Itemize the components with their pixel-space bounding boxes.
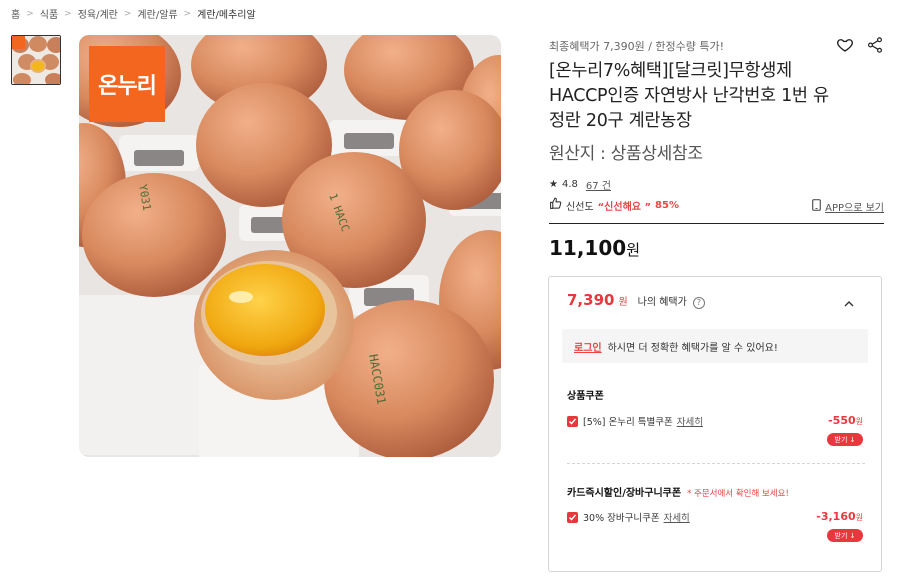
brand-logo-text: 온누리 bbox=[98, 74, 157, 99]
phone-icon bbox=[812, 199, 822, 214]
product-coupon-title: 상품쿠폰 bbox=[567, 391, 604, 402]
benefit-label: 나의 혜택가 bbox=[637, 297, 687, 308]
card-coupon-title: 카드즉시할인/장바구니쿠폰 * 주문서에서 확인해 보세요! bbox=[567, 484, 789, 499]
breadcrumb-egg[interactable]: 계란/알류 bbox=[137, 6, 177, 21]
review-count-link[interactable]: 67 건 bbox=[586, 177, 611, 192]
login-link[interactable]: 로그인 bbox=[574, 339, 602, 354]
share-icon[interactable] bbox=[866, 36, 884, 54]
coupon-amount-unit: 원 bbox=[855, 417, 863, 426]
price-unit: 원 bbox=[626, 241, 640, 259]
price: 11,100원 bbox=[549, 236, 640, 260]
get-coupon-button[interactable]: 받기 ↓ bbox=[827, 433, 863, 446]
thumbs-up-icon bbox=[549, 197, 562, 213]
product-title-line: HACCP인증 자연방사 난각번호 1번 유 bbox=[549, 86, 829, 106]
coupon-amount-unit: 원 bbox=[855, 513, 863, 522]
chevron-right-icon: > bbox=[26, 8, 34, 19]
coupon-amount-value: -550 bbox=[828, 414, 856, 427]
card-coupon-note: * 주문서에서 확인해 보세요! bbox=[687, 489, 789, 499]
coupon-amount-value: -3,160 bbox=[816, 510, 856, 523]
breadcrumb-egg-quail[interactable]: 계란/메추리알 bbox=[197, 6, 256, 21]
app-view-label: APP으로 보기 bbox=[825, 203, 884, 214]
benefit-price: 7,390 bbox=[567, 291, 615, 309]
action-icons bbox=[836, 36, 884, 54]
dashed-divider bbox=[567, 463, 865, 464]
breadcrumb-home[interactable]: 홈 bbox=[11, 6, 20, 21]
chevron-right-icon: > bbox=[123, 8, 132, 19]
coupon-detail-link[interactable]: 자세히 bbox=[664, 510, 690, 524]
breadcrumb: 홈 > 식품 > 정육/계란 > 계란/알류 > 계란/메추리알 bbox=[11, 6, 256, 22]
help-icon[interactable]: ? bbox=[692, 297, 705, 309]
product-title-line: 정란 20구 계란농장 bbox=[549, 111, 692, 131]
star-icon: ★ bbox=[549, 179, 558, 190]
benefit-price-unit: 원 bbox=[618, 297, 628, 308]
benefit-header[interactable]: 7,390 원 나의 혜택가 ? bbox=[567, 291, 705, 309]
coupon-detail-link[interactable]: 자세히 bbox=[677, 414, 703, 428]
chevron-right-icon: > bbox=[64, 8, 72, 19]
login-prompt: 로그인 하시면 더 정확한 혜택가를 알 수 있어요! bbox=[562, 329, 868, 363]
price-amount: 11,100 bbox=[549, 236, 627, 260]
coupon-row: [5%] 온누리 특별쿠폰 자세히 bbox=[567, 413, 867, 429]
egg-thumbnail-image bbox=[12, 36, 60, 84]
checkbox-checked-icon[interactable] bbox=[567, 415, 578, 427]
get-coupon-button[interactable]: 받기 ↓ bbox=[827, 529, 863, 542]
checkbox-checked-icon[interactable] bbox=[567, 511, 578, 523]
product-main-image[interactable]: 1 HACC HACC031 Y031 온누리 bbox=[79, 35, 501, 457]
breadcrumb-meat-egg[interactable]: 정육/계란 bbox=[78, 6, 118, 21]
coupon-amount: -3,160원 bbox=[816, 510, 863, 523]
chevron-right-icon: > bbox=[183, 8, 192, 19]
coupon-amount: -550원 bbox=[828, 414, 863, 427]
benefit-box: 7,390 원 나의 혜택가 ? 로그인 하시면 더 정확한 혜택가를 알 수 … bbox=[548, 276, 882, 572]
promo-text: 최종혜택가 7,390원 / 한정수량 특가! bbox=[549, 40, 725, 53]
heart-icon[interactable] bbox=[836, 36, 854, 54]
freshness: 신선도 “신선해요 ” 85% bbox=[549, 197, 679, 213]
product-title-line: [온누리7%혜택][달크릿]무항생제 bbox=[549, 61, 792, 81]
product-thumbnail[interactable] bbox=[11, 35, 61, 85]
rating-score: 4.8 bbox=[561, 179, 578, 190]
freshness-percent: 85% bbox=[655, 199, 679, 211]
app-view-link[interactable]: APP으로 보기 bbox=[812, 199, 884, 214]
card-coupon-title-text: 카드즉시할인/장바구니쿠폰 bbox=[567, 488, 682, 499]
freshness-tag: “신선해요 ” bbox=[597, 201, 652, 213]
login-message: 하시면 더 정확한 혜택가를 알 수 있어요! bbox=[607, 342, 778, 354]
origin-text: 원산지 : 상품상세참조 bbox=[549, 144, 703, 164]
product-title: [온누리7%혜택][달크릿]무항생제 HACCP인증 자연방사 난각번호 1번 … bbox=[549, 59, 884, 134]
coupon-label: 30% 장바구니쿠폰 bbox=[583, 513, 660, 524]
coupon-label: [5%] 온누리 특별쿠폰 bbox=[583, 417, 673, 428]
rating: ★ 4.8 67 건 bbox=[549, 177, 611, 192]
freshness-label: 신선도 bbox=[566, 201, 594, 213]
chevron-up-icon[interactable] bbox=[843, 295, 855, 307]
breadcrumb-food[interactable]: 식품 bbox=[40, 6, 58, 21]
divider bbox=[549, 223, 884, 224]
brand-logo: 온누리 bbox=[89, 46, 165, 122]
